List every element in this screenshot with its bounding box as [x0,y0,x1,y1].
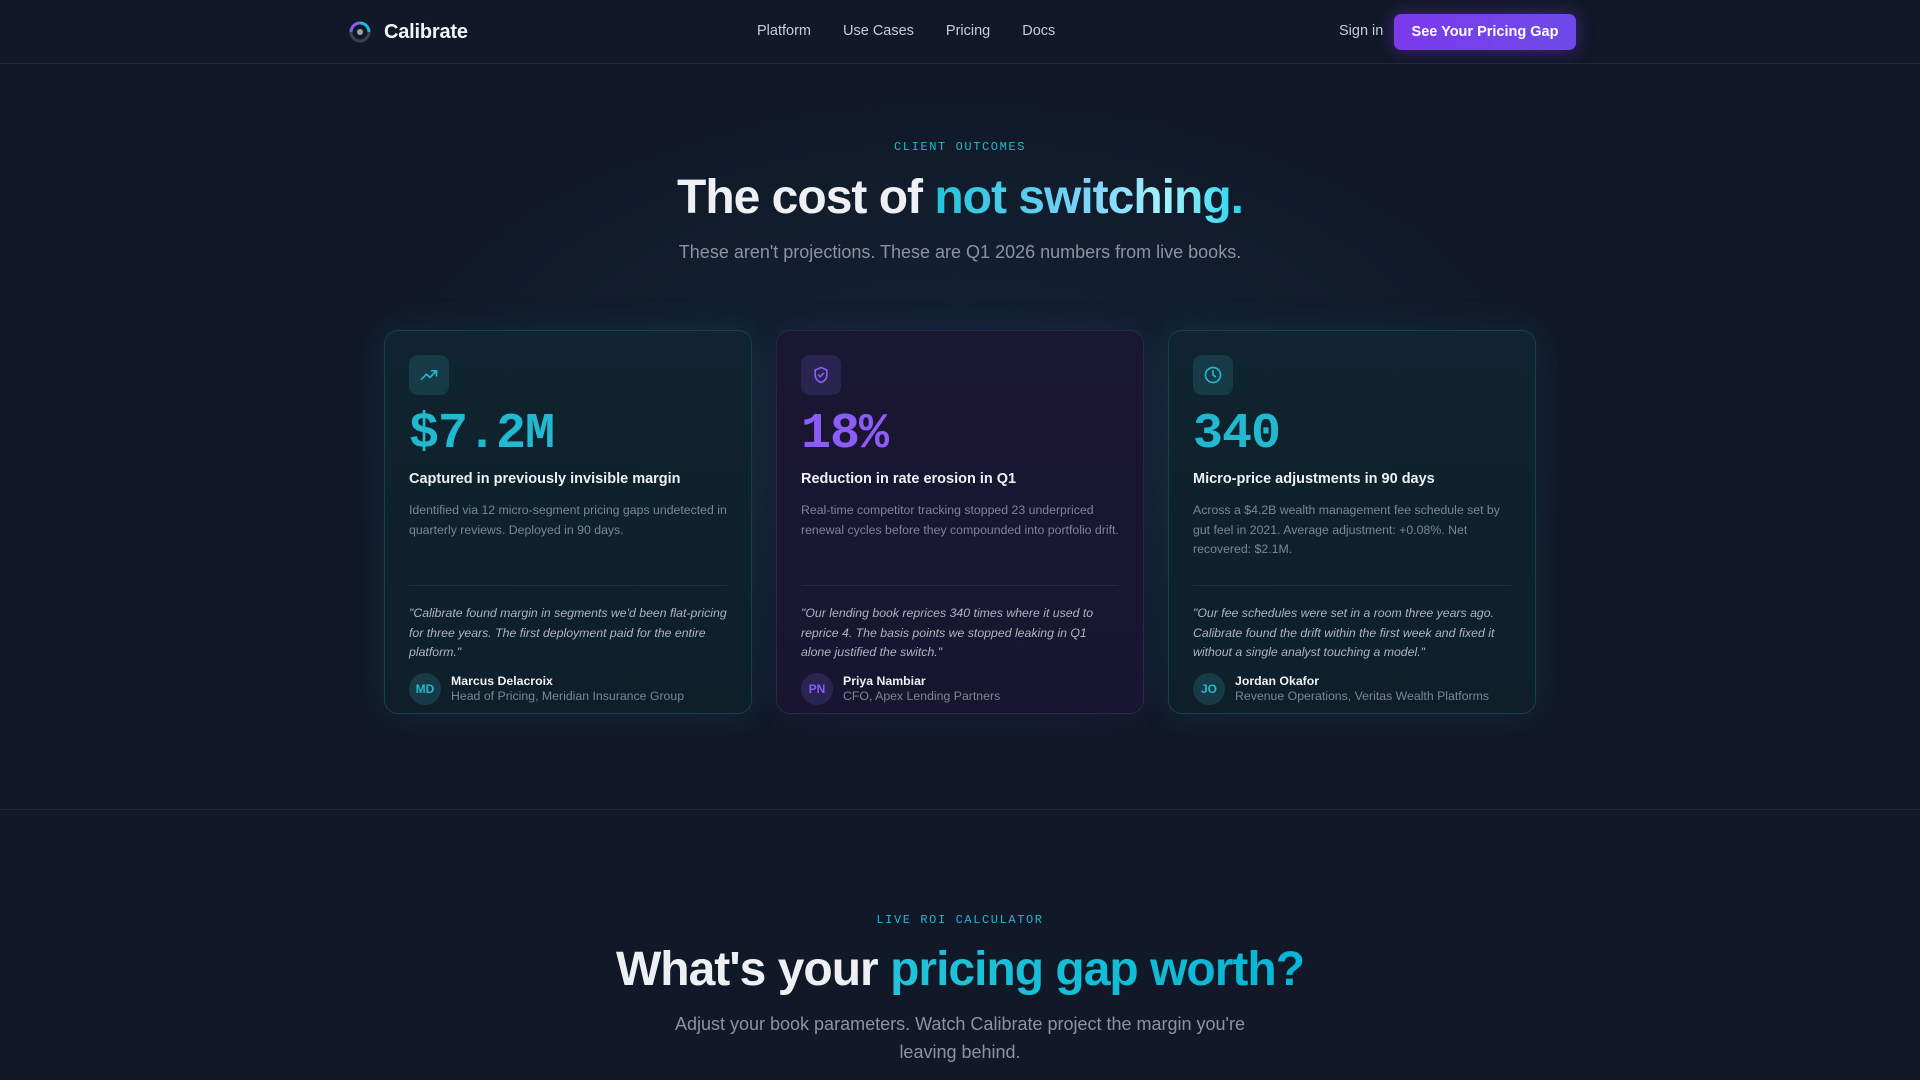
testimonial-author: JO Jordan Okafor Revenue Operations, Ver… [1193,672,1511,705]
avatar: MD [409,672,441,705]
author-role: CFO, Apex Lending Partners [843,689,1001,703]
clock-icon [1204,366,1222,384]
author-role: Revenue Operations, Veritas Wealth Platf… [1235,689,1490,703]
nav-link-docs[interactable]: Docs [1022,23,1055,39]
roi-headline-accent: pricing gap worth? [890,943,1305,996]
card-icon-box [1193,355,1233,395]
testimonial-author: MD Marcus Delacroix Head of Pricing, Mer… [409,672,727,705]
nav-link-pricing[interactable]: Pricing [946,23,990,39]
author-name: Priya Nambiar [843,674,926,688]
see-pricing-gap-button[interactable]: See Your Pricing Gap [1394,14,1576,50]
section-divider [0,809,1920,810]
outcome-card-adjustments: 340 Micro-price adjustments in 90 days A… [1168,330,1536,714]
stat-value: 340 [1193,406,1281,463]
headline-plain: The cost of [677,171,935,224]
author-name: Jordan Okafor [1235,674,1320,688]
stat-label: Micro-price adjustments in 90 days [1193,471,1435,487]
shield-check-icon [814,366,828,384]
stat-value: $7.2M [409,406,555,463]
sign-in-link[interactable]: Sign in [1339,23,1383,39]
testimonial-quote: "Our fee schedules were set in a room th… [1193,606,1495,659]
nav-link-platform[interactable]: Platform [757,23,811,39]
roi-subtitle-line-2: leaving behind. [899,1042,1021,1062]
avatar: JO [1193,672,1225,705]
card-icon-box [801,355,841,395]
outcome-card-erosion: 18% Reduction in rate erosion in Q1 Real… [776,330,1144,714]
card-icon-box [409,355,449,395]
outcomes-subtitle: These aren't projections. These are Q1 2… [678,242,1242,262]
card-divider [409,585,727,586]
stat-label: Reduction in rate erosion in Q1 [801,471,1017,487]
brand-name: Calibrate [384,20,468,43]
author-role: Head of Pricing, Meridian Insurance Grou… [451,689,685,703]
outcome-card-margin: $7.2M Captured in previously invisible m… [384,330,752,714]
brand[interactable]: Calibrate [348,20,468,44]
testimonial-quote: "Calibrate found margin in segments we'd… [409,606,727,659]
testimonial-author: PN Priya Nambiar CFO, Apex Lending Partn… [801,672,1119,705]
roi-subtitle-line-1: Adjust your book parameters. Watch Calib… [674,1014,1246,1034]
stat-description: Real-time competitor tracking stopped 23… [801,503,1119,537]
outcomes-headline: The cost of not switching. [0,168,1920,228]
avatar: PN [801,672,833,705]
card-divider [801,585,1119,586]
author-name: Marcus Delacroix [451,674,553,688]
outcomes-eyebrow: CLIENT OUTCOMES [893,140,1027,154]
trending-up-icon [420,370,438,380]
stat-description: Across a $4.2B wealth management fee sch… [1193,503,1500,556]
testimonial-quote: "Our lending book reprices 340 times whe… [801,606,1094,659]
headline-accent: not switching. [934,171,1244,224]
stat-value: 18% [801,406,889,463]
roi-headline: What's your pricing gap worth? [0,940,1920,1000]
roi-eyebrow: LIVE ROI CALCULATOR [876,913,1044,927]
calibrate-logo-icon [349,21,371,43]
roi-subtitle: Adjust your book parameters. Watch Calib… [0,1010,1920,1066]
nav-links: Platform Use Cases Pricing Docs [757,23,1055,39]
card-divider [1193,585,1511,586]
stat-description: Identified via 12 micro-segment pricing … [409,503,727,537]
nav-link-use-cases[interactable]: Use Cases [843,23,914,39]
top-nav: Calibrate Platform Use Cases Pricing Doc… [0,0,1920,64]
stat-label: Captured in previously invisible margin [409,471,681,487]
roi-headline-plain: What's your [615,943,891,996]
